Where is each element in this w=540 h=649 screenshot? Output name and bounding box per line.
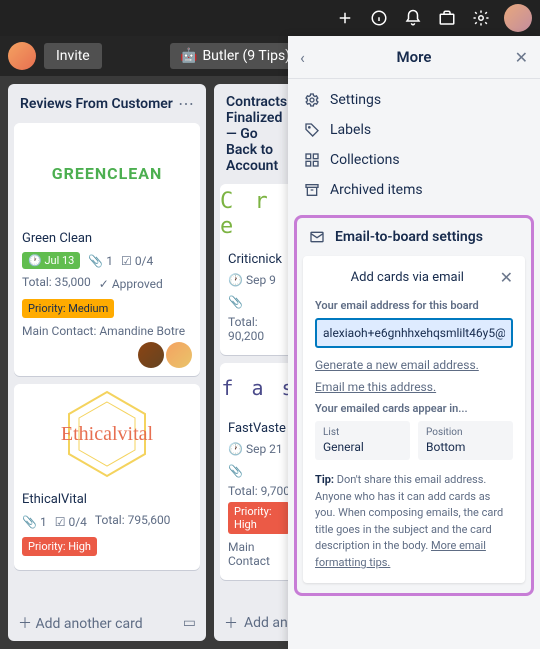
menu-archived[interactable]: Archived items xyxy=(288,175,540,205)
menu-label: Settings xyxy=(330,92,381,108)
card-ethicalvital[interactable]: Ethicalvital EthicalVital 📎 1 ☑ 0/4 Tota… xyxy=(14,384,200,570)
email-address-label: Your email address for this board xyxy=(315,299,513,312)
list-selector[interactable]: List General xyxy=(315,421,410,460)
brand-logo: Ethicalvital xyxy=(61,423,153,446)
butler-label: Butler (9 Tips) xyxy=(202,48,290,64)
due-badge: 🕐 Jul 13 xyxy=(22,252,80,269)
member-avatar[interactable] xyxy=(138,342,164,368)
settings-icon[interactable] xyxy=(466,3,496,33)
total-text: Total: 90,200 xyxy=(228,315,290,343)
card-title: FastVaste xyxy=(228,421,290,436)
dest-label: List xyxy=(323,427,402,438)
butler-icon: 🤖 xyxy=(180,48,197,64)
menu-label: Archived items xyxy=(330,182,423,198)
info-icon[interactable] xyxy=(364,3,394,33)
list-title[interactable]: Reviews From Customer xyxy=(20,96,173,112)
card-title: EthicalVital xyxy=(22,492,192,507)
brand-logo: C r e xyxy=(220,189,298,239)
attachment-badge: 📎 1 xyxy=(88,254,113,268)
menu-label: Email-to-board settings xyxy=(335,229,483,245)
list-reviews: Reviews From Customer ⋯ GREENCLEAN Green… xyxy=(8,84,206,641)
close-icon[interactable]: ✕ xyxy=(515,48,528,67)
bell-icon[interactable] xyxy=(398,3,428,33)
menu-settings[interactable]: Settings xyxy=(288,85,540,115)
back-icon[interactable]: ‹ xyxy=(300,48,305,67)
dest-value: General xyxy=(323,440,402,454)
generate-email-link[interactable]: Generate a new email address. xyxy=(315,358,513,372)
total-text: Total: 795,600 xyxy=(95,513,171,527)
add-card-label: Add another card xyxy=(35,616,142,632)
priority-badge: Priority: High xyxy=(228,502,290,534)
attachment-badge: 📎 1 xyxy=(22,515,47,529)
add-card-button[interactable]: ＋ Add another card ▭ xyxy=(8,605,206,641)
invite-button[interactable]: Invite xyxy=(44,43,102,69)
member-avatar[interactable] xyxy=(8,42,36,70)
contact-text: Main Contact xyxy=(228,540,290,568)
email-settings-panel: Add cards via email ✕ Your email address… xyxy=(303,256,525,583)
total-text: Total: 9,700 xyxy=(228,484,290,498)
template-icon[interactable]: ▭ xyxy=(183,615,196,631)
total-text: Total: 35,000 xyxy=(22,275,91,289)
checklist-badge: ☑ 0/4 xyxy=(121,254,153,268)
email-me-link[interactable]: Email me this address. xyxy=(315,380,513,394)
destination-label: Your emailed cards appear in... xyxy=(315,402,513,415)
contact-text: Main Contact: Amandine Botre xyxy=(22,324,192,338)
list-menu-icon[interactable]: ⋯ xyxy=(178,94,194,113)
card-green-clean[interactable]: GREENCLEAN Green Clean 🕐 Jul 13 📎 1 ☑ 0/… xyxy=(14,123,200,376)
card-fastvaste[interactable]: f a s FastVaste 🕐 Sep 21📎 Total: 9,700 P… xyxy=(220,363,298,580)
menu-email-to-board[interactable]: Email-to-board settings xyxy=(303,222,525,252)
attachment-badge: 📎 xyxy=(228,295,243,309)
dest-value: Bottom xyxy=(426,440,505,454)
tip-text: Tip: Don't share this email address. Any… xyxy=(315,472,513,571)
email-panel-title: Add cards via email xyxy=(351,270,464,285)
approved-badge: ✓ Approved xyxy=(99,277,163,291)
due-badge: 🕐 Sep 21 xyxy=(228,442,283,456)
user-avatar[interactable] xyxy=(504,4,532,32)
close-icon[interactable]: ✕ xyxy=(500,268,513,287)
card-title: Green Clean xyxy=(22,231,192,246)
menu-collections[interactable]: Collections xyxy=(288,145,540,175)
menu-label: Labels xyxy=(330,122,371,138)
checklist-badge: ☑ 0/4 xyxy=(55,515,87,529)
brand-logo: f a s xyxy=(221,376,296,400)
list-title[interactable]: Contracts Finalized — Go Back to Account xyxy=(226,94,292,174)
briefcase-icon[interactable] xyxy=(432,3,462,33)
create-icon[interactable] xyxy=(330,3,360,33)
dest-label: Position xyxy=(426,427,505,438)
email-address-input[interactable] xyxy=(315,318,513,348)
member-avatar[interactable] xyxy=(166,342,192,368)
card-criticnick[interactable]: C r e Criticnick 🕐 Sep 9 📎 Total: 90,200 xyxy=(220,184,298,355)
butler-button[interactable]: 🤖 Butler (9 Tips) xyxy=(170,43,300,69)
due-badge: 🕐 Sep 9 xyxy=(228,273,276,287)
more-panel: ‹ More ✕ Settings Labels Collections Arc… xyxy=(288,36,540,649)
menu-labels[interactable]: Labels xyxy=(288,115,540,145)
priority-badge: Priority: High xyxy=(22,537,97,556)
card-title: Criticnick xyxy=(228,252,290,267)
position-selector[interactable]: Position Bottom xyxy=(418,421,513,460)
panel-title: More xyxy=(397,48,432,66)
priority-badge: Priority: Medium xyxy=(22,299,114,318)
menu-label: Collections xyxy=(330,152,400,168)
brand-logo: GREENCLEAN xyxy=(52,164,163,183)
highlighted-section: Email-to-board settings Add cards via em… xyxy=(294,215,534,596)
